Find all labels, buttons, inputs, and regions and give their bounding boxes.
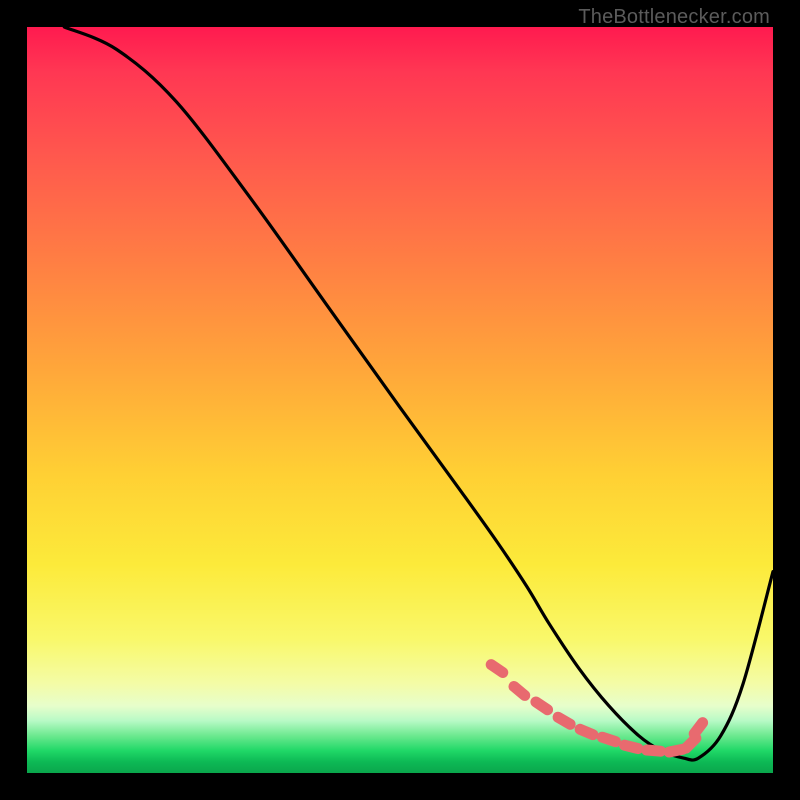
plot-area <box>27 27 773 773</box>
valley-marker <box>694 723 702 734</box>
valley-marker <box>558 717 570 724</box>
chart-svg <box>27 27 773 773</box>
valley-marker <box>491 665 503 673</box>
chart-frame: TheBottlenecker.com <box>0 0 800 800</box>
valley-marker <box>686 738 696 748</box>
valley-marker <box>580 729 593 734</box>
valley-marker <box>624 745 638 748</box>
valley-marker <box>514 686 525 695</box>
valley-marker <box>536 702 548 710</box>
main-curve <box>64 27 773 760</box>
valley-marker <box>602 737 615 741</box>
valley-markers <box>491 665 702 752</box>
valley-marker <box>647 750 661 751</box>
attribution-text: TheBottlenecker.com <box>578 6 770 29</box>
